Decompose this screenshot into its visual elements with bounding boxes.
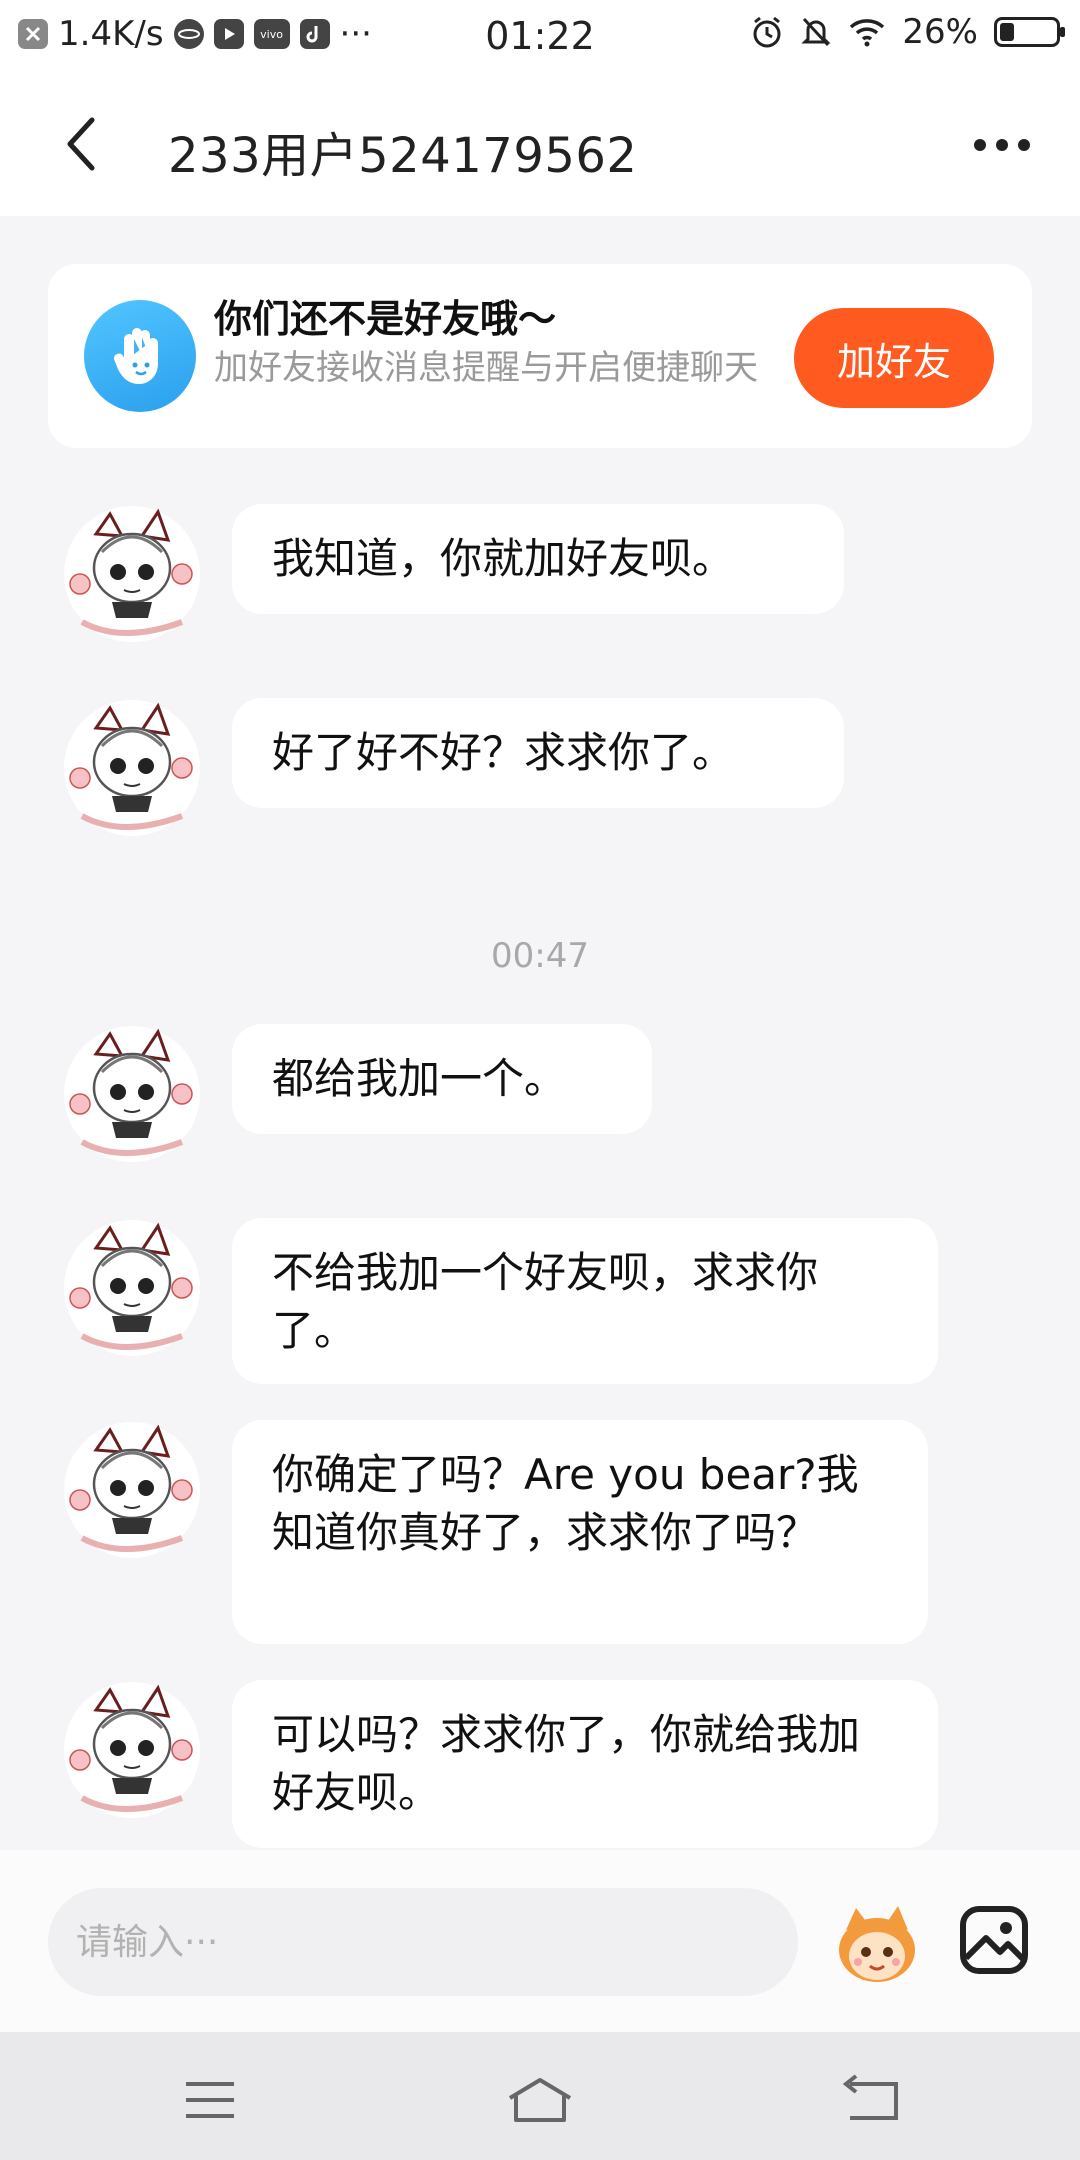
chat-title: 233用户524179562 xyxy=(168,128,638,184)
wave-hand-icon xyxy=(84,300,196,412)
menu-icon[interactable] xyxy=(160,2070,260,2130)
message-bubble: 可以吗？求求你了，你就给我加好友呗。 xyxy=(232,1680,938,1848)
add-friend-banner: 你们还不是好友哦～ 加好友接收消息提醒与开启便捷聊天 加好友 xyxy=(48,264,1032,448)
message-bubble: 你确定了吗？Are you bear?我知道你真好了，求求你了吗？ xyxy=(232,1420,928,1644)
avatar[interactable] xyxy=(62,1420,202,1560)
message-bubble: 不给我加一个好友呗，求求你了。 xyxy=(232,1218,938,1384)
back-arrow-icon[interactable] xyxy=(54,112,114,176)
avatar[interactable] xyxy=(62,1218,202,1358)
alarm-icon xyxy=(753,16,781,48)
banner-subtitle: 加好友接收消息提醒与开启便捷聊天 xyxy=(214,348,758,388)
message-bubble: 都给我加一个。 xyxy=(232,1024,652,1134)
emoji-sticker-icon[interactable] xyxy=(832,1900,922,1986)
home-icon[interactable] xyxy=(490,2070,590,2130)
more-options-icon[interactable] xyxy=(970,130,1034,160)
back-nav-icon[interactable] xyxy=(820,2070,920,2130)
add-friend-button[interactable]: 加好友 xyxy=(794,308,994,408)
avatar[interactable] xyxy=(62,698,202,838)
battery-fill xyxy=(1000,23,1014,41)
avatar[interactable] xyxy=(62,504,202,644)
message-input[interactable] xyxy=(48,1888,798,1996)
message-timestamp: 00:47 xyxy=(491,936,589,976)
system-nav-bar xyxy=(0,2032,1080,2160)
battery-percent: 26% xyxy=(902,12,978,52)
banner-title: 你们还不是好友哦～ xyxy=(214,297,557,341)
message-bubble: 好了好不好？求求你了。 xyxy=(232,698,844,808)
status-right: 26% xyxy=(750,12,1065,52)
avatar[interactable] xyxy=(62,1680,202,1820)
wifi-icon xyxy=(850,19,885,47)
image-picker-icon[interactable] xyxy=(958,1904,1030,1976)
chat-header: 233用户524179562 xyxy=(0,72,1080,216)
message-bubble: 我知道，你就加好友呗。 xyxy=(232,504,844,614)
avatar[interactable] xyxy=(62,1024,202,1164)
muted-bell-icon xyxy=(801,17,832,47)
battery-icon xyxy=(994,17,1065,47)
input-bar xyxy=(0,1850,1080,2032)
status-bar: 1.4K/s vivo ··· 01:22 26% xyxy=(0,0,1080,72)
